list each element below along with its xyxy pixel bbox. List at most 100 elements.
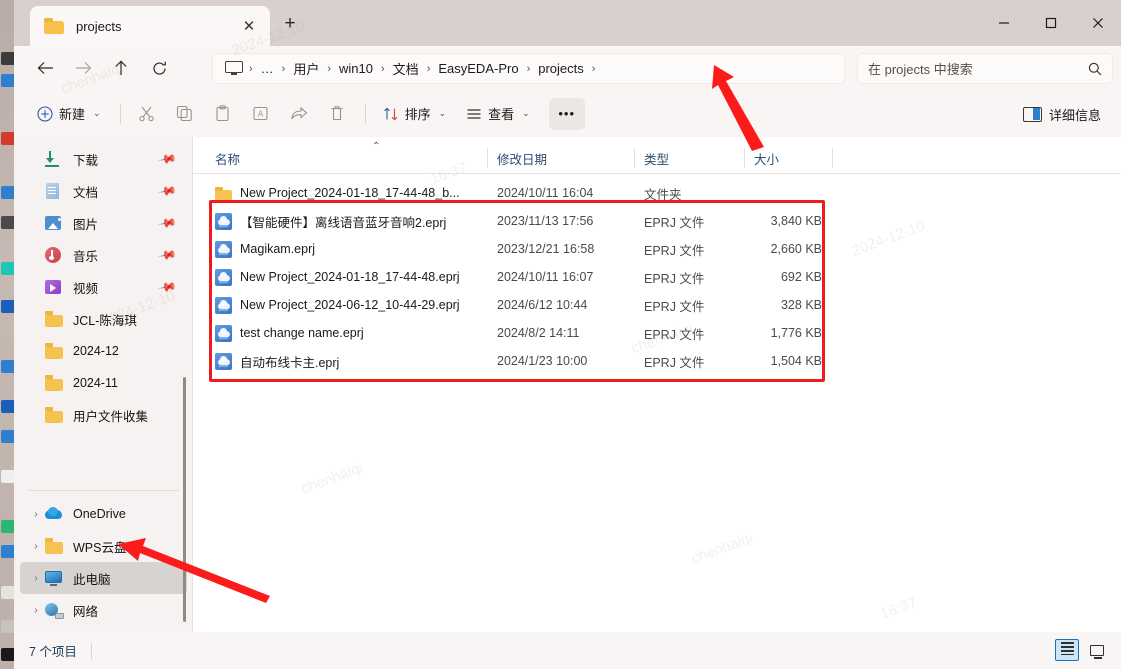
cell-type: EPRJ 文件 bbox=[644, 299, 705, 314]
breadcrumb-item-4[interactable]: projects bbox=[533, 59, 589, 78]
breadcrumb-item-1[interactable]: win10 bbox=[334, 59, 378, 78]
sidebar-item-downloads[interactable]: 下载 📌 bbox=[20, 143, 187, 175]
view-button[interactable]: 查看 ⌄ bbox=[457, 98, 539, 130]
chevron-down-icon: ⌄ bbox=[438, 108, 447, 118]
search-icon bbox=[1088, 62, 1102, 75]
expander-icon[interactable]: › bbox=[28, 509, 44, 520]
sidebar-item-network[interactable]: › 网络 bbox=[20, 594, 187, 626]
breadcrumb-item-3[interactable]: EasyEDA-Pro bbox=[433, 59, 523, 78]
search-input[interactable]: 在 projects 中搜索 bbox=[868, 59, 1088, 78]
breadcrumb-overflow[interactable]: … bbox=[256, 59, 279, 78]
up-button[interactable] bbox=[104, 52, 138, 84]
share-button[interactable] bbox=[281, 98, 317, 130]
new-tab-button[interactable]: + bbox=[276, 10, 304, 38]
clipboard-icon bbox=[216, 105, 229, 122]
sidebar-item-label: JCL-陈海琪 bbox=[73, 313, 137, 328]
large-icons-view-icon bbox=[1090, 644, 1104, 659]
more-options-button[interactable]: ••• bbox=[548, 97, 585, 130]
tab-projects[interactable]: projects ✕ bbox=[30, 6, 270, 46]
sidebar-item-label: 图片 bbox=[73, 217, 99, 232]
sidebar-item-jcl-chenhaiqi[interactable]: JCL-陈海琪 bbox=[20, 303, 187, 335]
large-icons-view-button[interactable] bbox=[1085, 639, 1109, 661]
this-pc-icon bbox=[44, 569, 64, 587]
pin-icon: 📌 bbox=[157, 276, 178, 298]
cut-button[interactable] bbox=[129, 98, 165, 130]
column-header-size[interactable]: 大小 bbox=[744, 143, 832, 173]
close-tab-icon[interactable]: ✕ bbox=[236, 13, 262, 39]
expander-icon[interactable]: › bbox=[28, 605, 44, 616]
details-pane-label: 详细信息 bbox=[1048, 107, 1101, 123]
cell-type: EPRJ 文件 bbox=[644, 327, 705, 342]
cell-type: EPRJ 文件 bbox=[644, 243, 705, 258]
sidebar-item-documents[interactable]: 文档 📌 bbox=[20, 175, 187, 207]
address-bar[interactable]: › … › 用户 › win10 › 文档 › EasyEDA-Pro › pr… bbox=[212, 53, 845, 84]
sidebar-item-this-pc[interactable]: › 此电脑 bbox=[20, 562, 187, 594]
forward-button[interactable] bbox=[66, 52, 100, 84]
breadcrumb-separator: › bbox=[526, 62, 531, 75]
view-icon bbox=[467, 108, 481, 119]
table-row[interactable]: test change name.eprj 2024/8/2 14:11 EPR… bbox=[193, 319, 1121, 347]
table-row[interactable]: New Project_2024-01-18_17-44-48_b... 202… bbox=[193, 179, 1121, 207]
sidebar-item-label: 音乐 bbox=[73, 249, 99, 264]
sidebar-item-wps-cloud[interactable]: › WPS云盘 bbox=[20, 530, 187, 562]
expander-icon[interactable]: › bbox=[28, 573, 44, 584]
cell-size: 692 KB bbox=[780, 270, 822, 284]
delete-button[interactable] bbox=[319, 98, 355, 130]
sidebar-divider bbox=[28, 490, 179, 491]
cell-date: 2024/10/11 16:07 bbox=[497, 270, 594, 284]
table-row[interactable]: 【智能硬件】离线语音蓝牙音响2.eprj 2023/11/13 17:56 EP… bbox=[193, 207, 1121, 235]
rename-button[interactable]: A bbox=[243, 98, 279, 130]
copy-button[interactable] bbox=[167, 98, 203, 130]
folder-icon bbox=[44, 310, 64, 328]
navigation-pane[interactable]: 下载 📌 文档 📌 图片 📌 音乐 📌 视频 📌 JCL-陈海琪 2024-12… bbox=[14, 137, 193, 632]
sidebar-scrollbar[interactable] bbox=[183, 377, 186, 622]
minimize-button[interactable] bbox=[980, 0, 1027, 46]
sidebar-item-pictures[interactable]: 图片 📌 bbox=[20, 207, 187, 239]
cell-type: 文件夹 bbox=[644, 187, 682, 202]
table-row[interactable]: New Project_2024-06-12_10-44-29.eprj 202… bbox=[193, 291, 1121, 319]
sidebar-item-label: 视频 bbox=[73, 281, 99, 296]
folder-icon bbox=[44, 342, 64, 360]
pin-icon: 📌 bbox=[157, 148, 178, 170]
toolbar-divider bbox=[119, 103, 121, 124]
details-view-button[interactable] bbox=[1055, 639, 1079, 661]
breadcrumb-item-2[interactable]: 文档 bbox=[388, 57, 424, 80]
file-list[interactable]: 名称 ⌃ 修改日期 类型 大小 New Project_2024-01-18_1… bbox=[193, 137, 1121, 632]
eprj-file-icon bbox=[215, 324, 232, 342]
search-box[interactable]: 在 projects 中搜索 bbox=[857, 53, 1113, 84]
column-header-type[interactable]: 类型 bbox=[634, 143, 744, 173]
breadcrumb-item-0[interactable]: 用户 bbox=[288, 57, 324, 80]
expander-icon[interactable]: › bbox=[28, 541, 44, 552]
tab-title: projects bbox=[76, 18, 122, 34]
details-pane-button[interactable]: 详细信息 bbox=[1013, 98, 1111, 130]
refresh-button[interactable] bbox=[142, 52, 176, 84]
sidebar-item-2024-11[interactable]: 2024-11 bbox=[20, 367, 187, 399]
sort-ascending-icon: ⌃ bbox=[372, 141, 381, 152]
sidebar-item-music[interactable]: 音乐 📌 bbox=[20, 239, 187, 271]
maximize-button[interactable] bbox=[1027, 0, 1074, 46]
column-headers: 名称 ⌃ 修改日期 类型 大小 bbox=[193, 141, 1121, 173]
sidebar-item-label: 此电脑 bbox=[73, 572, 111, 587]
new-button[interactable]: 新建 ⌄ bbox=[28, 98, 110, 130]
sidebar-item-onedrive[interactable]: › OneDrive bbox=[20, 498, 187, 530]
trash-icon bbox=[331, 106, 343, 121]
paste-button[interactable] bbox=[205, 98, 241, 130]
sidebar-item-user-file-collection[interactable]: 用户文件收集 bbox=[20, 399, 187, 431]
sidebar-item-2024-12[interactable]: 2024-12 bbox=[20, 335, 187, 367]
plus-circle-icon bbox=[37, 105, 53, 122]
cell-size: 328 KB bbox=[780, 298, 822, 312]
table-row[interactable]: 自动布线卡主.eprj 2024/1/23 10:00 EPRJ 文件 1,50… bbox=[193, 347, 1121, 375]
table-row[interactable]: New Project_2024-01-18_17-44-48.eprj 202… bbox=[193, 263, 1121, 291]
back-button[interactable] bbox=[28, 52, 62, 84]
column-header-date[interactable]: 修改日期 bbox=[487, 143, 634, 173]
sort-button[interactable]: 排序 ⌄ bbox=[374, 98, 456, 130]
close-button[interactable] bbox=[1074, 0, 1121, 46]
toolbar-divider bbox=[364, 103, 366, 124]
sidebar-item-videos[interactable]: 视频 📌 bbox=[20, 271, 187, 303]
column-header-name[interactable]: 名称 ⌃ bbox=[215, 141, 487, 173]
music-icon bbox=[44, 246, 64, 264]
table-row[interactable]: Magikam.eprj 2023/12/21 16:58 EPRJ 文件 2,… bbox=[193, 235, 1121, 263]
sidebar-item-label: 2024-12 bbox=[73, 344, 119, 358]
this-pc-icon[interactable] bbox=[225, 61, 243, 76]
pin-icon: 📌 bbox=[157, 244, 178, 266]
